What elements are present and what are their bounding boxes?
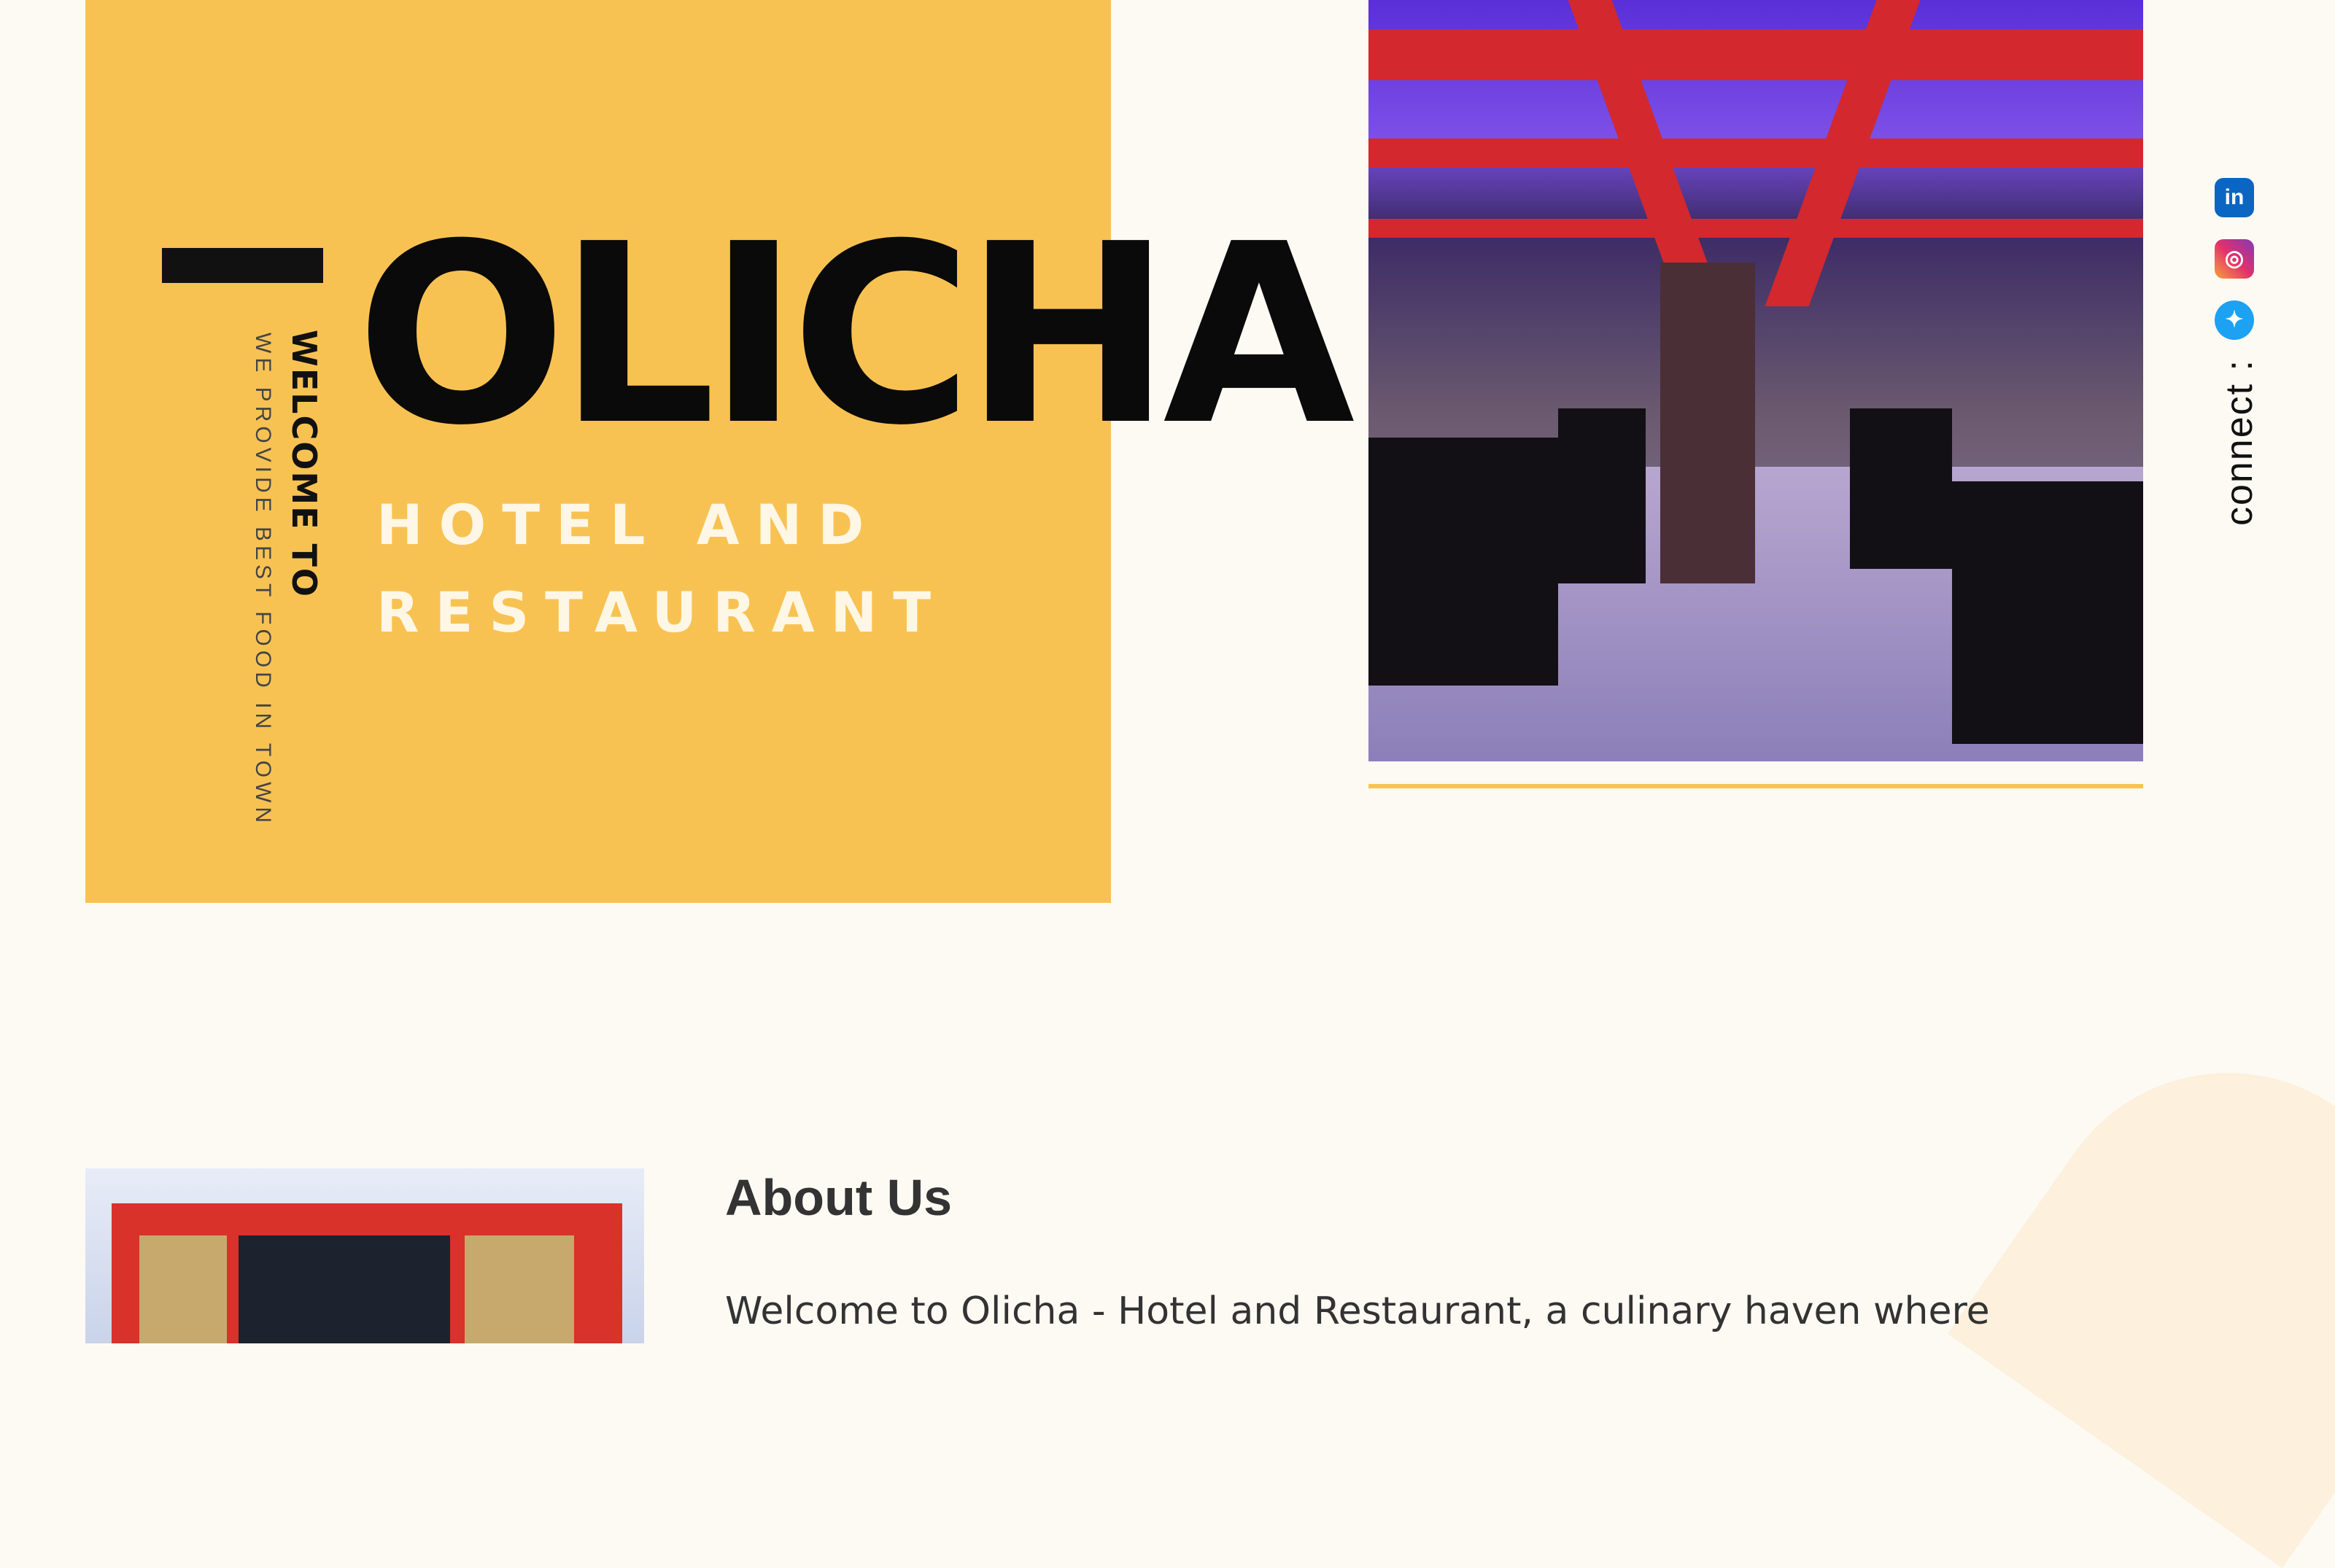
twitter-icon[interactable]: ✦ [2215, 300, 2254, 340]
building-panel [465, 1235, 574, 1343]
decorative-shape [1948, 999, 2335, 1568]
chairs-left [1558, 408, 1646, 583]
about-title: About Us [725, 1169, 953, 1226]
hotel-building-photo [85, 1168, 644, 1343]
ceiling-beam [1368, 29, 2143, 80]
chairs-right [1850, 408, 1952, 569]
center-pillar [1660, 263, 1755, 583]
social-links: in ◎ ✦ [2215, 178, 2258, 362]
welcome-text: WELCOME TO [284, 330, 324, 599]
restaurant-interior-photo [1368, 0, 2143, 761]
tagline-text: WE PROVIDE BEST FOOD IN TOWN [251, 333, 275, 828]
ceiling-beam [1368, 219, 2143, 238]
brand-title: OLICHA [356, 191, 1355, 480]
chairs-right [1952, 481, 2143, 744]
hero-subtitle: HOTEL AND RESTAURANT [376, 481, 947, 656]
ceiling-beam [1368, 139, 2143, 168]
building-glass [239, 1235, 450, 1343]
connect-label: connect : [2218, 359, 2261, 527]
chairs-left [1368, 438, 1558, 686]
subtitle-line-2: RESTAURANT [376, 580, 948, 645]
linkedin-icon[interactable]: in [2215, 178, 2254, 217]
instagram-icon[interactable]: ◎ [2215, 239, 2254, 279]
photo-underline [1368, 784, 2143, 788]
building-panel [139, 1235, 227, 1343]
about-text: Welcome to Olicha - Hotel and Restaurant… [725, 1289, 1990, 1333]
hero-accent-bar [162, 248, 323, 283]
subtitle-line-1: HOTEL AND [376, 492, 880, 557]
